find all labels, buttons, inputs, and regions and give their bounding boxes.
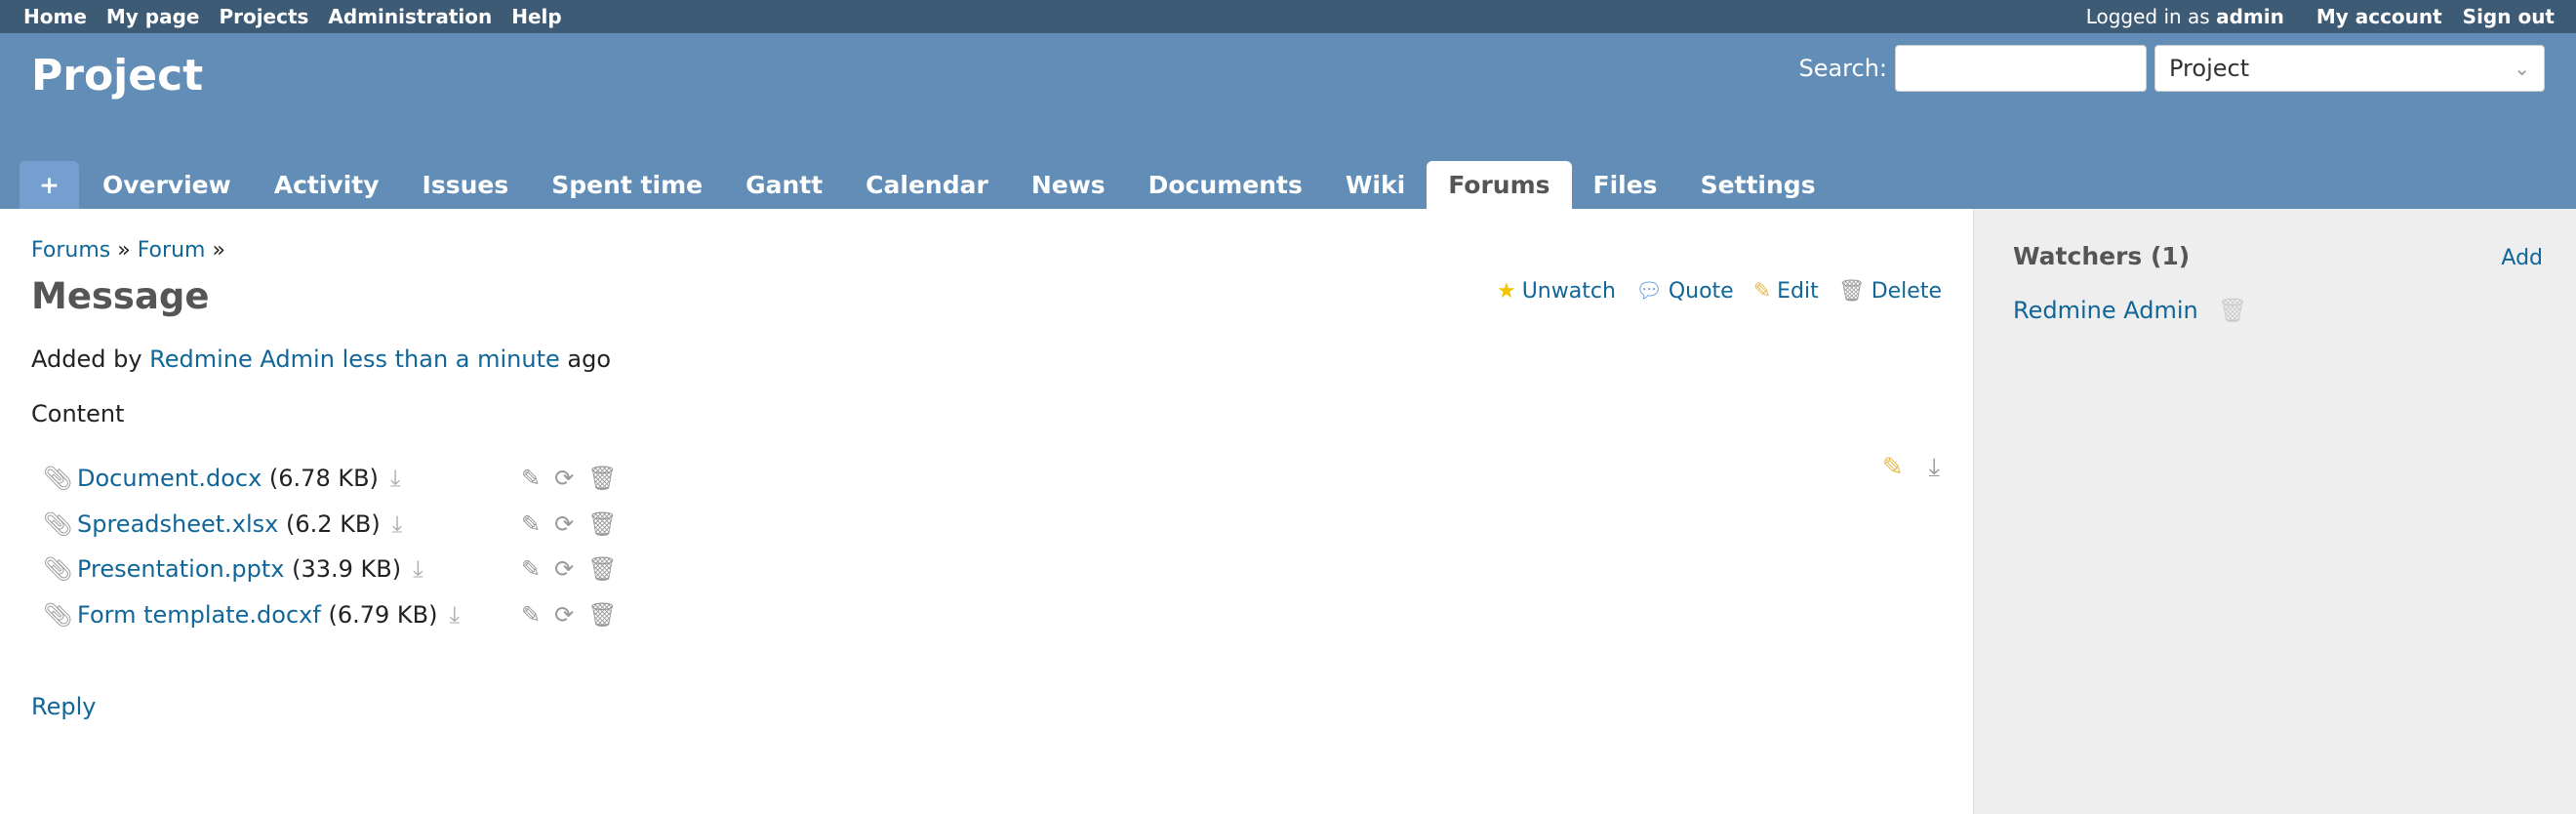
content: Forums » Forum » Message ★ Unwatch 💬︎ Quot… <box>0 209 1973 814</box>
attachment-size: (6.2 KB) <box>286 510 381 538</box>
download-icon[interactable]: ⤓ <box>449 601 460 629</box>
edit-attachments-pencil-icon[interactable]: ✎ <box>1882 453 1904 483</box>
download-all-icon[interactable]: ⤓ <box>1929 453 1941 483</box>
tab-spent-time[interactable]: Spent time <box>530 161 724 209</box>
sign-out-link[interactable]: Sign out <box>2463 5 2555 28</box>
top-menu: Home My page Projects Administration Hel… <box>0 0 2576 33</box>
tab-gantt[interactable]: Gantt <box>724 161 844 209</box>
replace-icon[interactable]: ⟳ <box>554 510 574 538</box>
replace-icon[interactable]: ⟳ <box>554 601 574 629</box>
attachment-link[interactable]: Form template.docxf <box>77 601 321 629</box>
attachment-link[interactable]: Presentation.pptx <box>77 555 284 583</box>
attachment-row: 📎︎ Spreadsheet.xlsx (6.2 KB) ⤓ ✎ ⟳ 🗑︎ <box>43 510 648 538</box>
attachment-size: (33.9 KB) <box>292 555 402 583</box>
replace-icon[interactable]: ⟳ <box>554 555 574 583</box>
pencil-icon[interactable]: ✎ <box>521 555 541 583</box>
speech-bubble-icon: 💬︎ <box>1634 278 1663 304</box>
attachment-row: 📎︎ Document.docx (6.78 KB) ⤓ ✎ ⟳ 🗑︎ <box>43 465 648 492</box>
main-menu-tabs: + Overview Activity Issues Spent time Ga… <box>20 161 1837 209</box>
top-menu-help[interactable]: Help <box>511 5 561 28</box>
reply-link[interactable]: Reply <box>31 693 96 720</box>
pencil-icon[interactable]: ✎ <box>521 465 541 492</box>
tab-overview[interactable]: Overview <box>81 161 253 209</box>
download-icon[interactable]: ⤓ <box>392 510 403 538</box>
time-link[interactable]: less than a minute <box>342 346 560 373</box>
unwatch-button[interactable]: ★ Unwatch <box>1497 279 1616 304</box>
trash-icon[interactable]: 🗑︎ <box>587 465 617 492</box>
star-icon: ★ <box>1496 278 1516 304</box>
trash-icon[interactable]: 🗑︎ <box>587 510 617 538</box>
message-content: Content <box>31 400 125 427</box>
paperclip-icon: 📎︎ <box>43 510 73 538</box>
trash-icon[interactable]: 🗑︎ <box>587 555 617 583</box>
my-account-link[interactable]: My account <box>2316 5 2442 28</box>
search-label: Search: <box>1798 55 1887 82</box>
tab-settings[interactable]: Settings <box>1679 161 1837 209</box>
logged-in-label: Logged in as admin <box>2085 5 2284 28</box>
replace-icon[interactable]: ⟳ <box>554 465 574 492</box>
attachment-row: 📎︎ Presentation.pptx (33.9 KB) ⤓ ✎ ⟳ 🗑︎ <box>43 555 648 583</box>
edit-button[interactable]: ✎ Edit <box>1753 279 1819 304</box>
tab-wiki[interactable]: Wiki <box>1324 161 1427 209</box>
tab-files[interactable]: Files <box>1572 161 1679 209</box>
attachments-actions: ✎ ⤓ <box>1882 453 1940 483</box>
delete-button[interactable]: 🗑︎ Delete <box>1838 279 1942 304</box>
chevron-down-icon: ⌄ <box>2514 57 2530 80</box>
message-actions: ★ Unwatch 💬︎ Quote ✎ Edit 🗑︎ Delete <box>1497 279 1942 304</box>
tab-forums[interactable]: Forums <box>1427 161 1572 209</box>
paperclip-icon: 📎︎ <box>43 601 73 629</box>
breadcrumb: Forums » Forum » <box>31 238 225 263</box>
tab-documents[interactable]: Documents <box>1127 161 1324 209</box>
project-title: Project <box>31 51 204 101</box>
breadcrumb-forums[interactable]: Forums <box>31 238 110 263</box>
message-author-info: Added by Redmine Admin less than a minut… <box>31 346 612 373</box>
trash-icon: 🗑︎ <box>1837 278 1866 304</box>
tab-activity[interactable]: Activity <box>253 161 401 209</box>
trash-icon[interactable]: 🗑︎ <box>587 601 617 629</box>
attachment-link[interactable]: Spreadsheet.xlsx <box>77 510 278 538</box>
watcher-link[interactable]: Redmine Admin <box>2013 297 2198 324</box>
page-title: Message <box>31 275 210 317</box>
quick-search: Search: Project ⌄ <box>1798 45 2545 92</box>
watchers-title: Watchers (1) <box>2013 242 2191 270</box>
top-menu-projects[interactable]: Projects <box>219 5 308 28</box>
breadcrumb-forum[interactable]: Forum <box>138 238 206 263</box>
header: Project Search: Project ⌄ + Overview Acti… <box>0 33 2576 209</box>
top-menu-home[interactable]: Home <box>23 5 87 28</box>
add-watcher-link[interactable]: Add <box>2501 246 2543 270</box>
download-icon[interactable]: ⤓ <box>413 555 423 583</box>
pencil-icon[interactable]: ✎ <box>521 601 541 629</box>
author-link[interactable]: Redmine Admin <box>149 346 335 373</box>
tab-calendar[interactable]: Calendar <box>844 161 1010 209</box>
download-icon[interactable]: ⤓ <box>390 465 401 492</box>
top-menu-administration[interactable]: Administration <box>328 5 492 28</box>
sidebar: Watchers (1) Add Redmine Admin 🗑︎ <box>1973 209 2576 814</box>
search-scope-select[interactable]: Project ⌄ <box>2154 45 2545 92</box>
attachment-row: 📎︎ Form template.docxf (6.79 KB) ⤓ ✎ ⟳ 🗑︎ <box>43 601 648 629</box>
quote-button[interactable]: 💬︎ Quote <box>1635 279 1734 304</box>
pencil-icon: ✎ <box>1752 278 1772 304</box>
pencil-icon[interactable]: ✎ <box>521 510 541 538</box>
tab-new[interactable]: + <box>20 161 79 209</box>
remove-watcher-trash-icon[interactable]: 🗑︎ <box>2218 297 2247 324</box>
paperclip-icon: 📎︎ <box>43 555 73 583</box>
attachment-link[interactable]: Document.docx <box>77 465 262 492</box>
top-menu-my-page[interactable]: My page <box>106 5 200 28</box>
tab-news[interactable]: News <box>1010 161 1127 209</box>
attachment-size: (6.78 KB) <box>268 465 379 492</box>
attachment-size: (6.79 KB) <box>328 601 438 629</box>
tab-issues[interactable]: Issues <box>401 161 531 209</box>
paperclip-icon: 📎︎ <box>43 465 73 492</box>
logged-in-user[interactable]: admin <box>2216 5 2284 28</box>
search-input[interactable] <box>1895 45 2147 92</box>
